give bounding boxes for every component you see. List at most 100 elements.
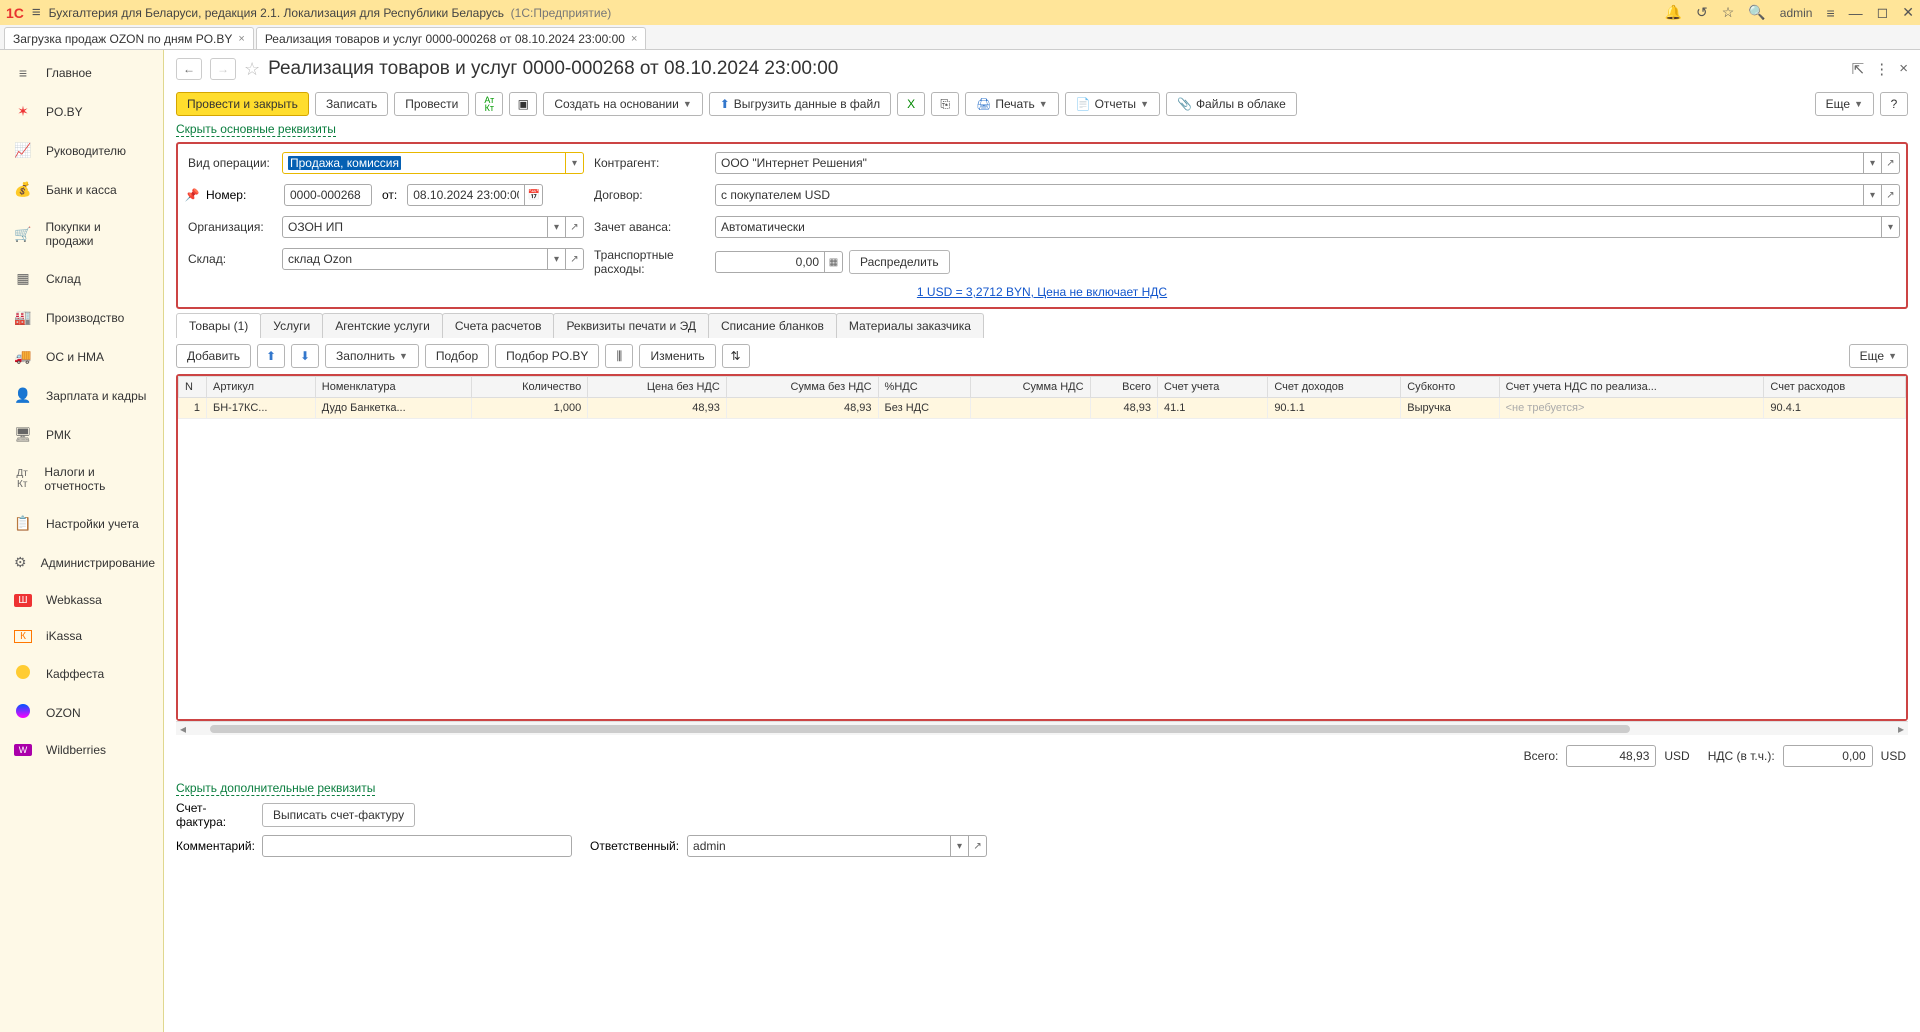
rate-link[interactable]: 1 USD = 3,2712 BYN, Цена не включает НДС [184, 285, 1900, 299]
transport-input[interactable] [715, 251, 825, 273]
cell-vat[interactable]: Без НДС [878, 398, 971, 419]
hide-details-link[interactable]: Скрыть основные реквизиты [176, 122, 336, 137]
files-button[interactable]: 📎 Файлы в облаке [1166, 92, 1297, 116]
col-article[interactable]: Артикул [207, 377, 316, 398]
col-n[interactable]: N [179, 377, 207, 398]
table-more-button[interactable]: Еще ▼ [1849, 344, 1908, 368]
col-total[interactable]: Всего [1090, 377, 1157, 398]
distribute-button[interactable]: Распределить [849, 250, 950, 274]
cell-sumvat[interactable] [971, 398, 1090, 419]
cell-exp[interactable]: 90.4.1 [1764, 398, 1906, 419]
forward-button[interactable]: → [210, 58, 236, 80]
sidebar-item-poby[interactable]: ✶PO.BY [0, 92, 163, 131]
cell-price[interactable]: 48,93 [588, 398, 727, 419]
counterparty-input[interactable] [715, 152, 1864, 174]
open-icon[interactable]: ↗ [1882, 152, 1900, 174]
cell-n[interactable]: 1 [179, 398, 207, 419]
close-icon[interactable]: × [631, 33, 637, 45]
cell-income[interactable]: 90.1.1 [1268, 398, 1401, 419]
add-button[interactable]: Добавить [176, 344, 251, 368]
sidebar-item-main[interactable]: ≡Главное [0, 54, 163, 92]
back-button[interactable]: ← [176, 58, 202, 80]
h-scrollbar[interactable]: ◂▸ [176, 721, 1908, 735]
link-icon[interactable]: ⇱ [1852, 60, 1865, 78]
structure-button[interactable]: ▣ [509, 92, 537, 116]
tab-realization[interactable]: Реализация товаров и услуг 0000-000268 о… [256, 27, 647, 49]
sidebar-item-assets[interactable]: 🚚ОС и НМА [0, 337, 163, 376]
sidebar-item-acc-settings[interactable]: 📋Настройки учета [0, 504, 163, 543]
sidebar-item-hr[interactable]: 👤Зарплата и кадры [0, 376, 163, 415]
close-icon[interactable]: ✕ [1902, 4, 1914, 21]
col-subconto[interactable]: Субконто [1401, 377, 1499, 398]
sidebar-item-admin[interactable]: ⚙Администрирование [0, 543, 163, 582]
save-button[interactable]: Записать [315, 92, 388, 116]
search-icon[interactable]: 🔍 [1748, 4, 1765, 21]
excel-button[interactable]: X [897, 92, 925, 116]
help-button[interactable]: ? [1880, 92, 1908, 116]
open-icon[interactable]: ↗ [969, 835, 987, 857]
hide-extra-link[interactable]: Скрыть дополнительные реквизиты [176, 781, 375, 796]
move-up-button[interactable]: ⬆ [257, 344, 285, 368]
cell-total[interactable]: 48,93 [1090, 398, 1157, 419]
date-input[interactable] [407, 184, 525, 206]
cell-sum[interactable]: 48,93 [726, 398, 878, 419]
sidebar-item-ozon[interactable]: OZON [0, 693, 163, 732]
col-price[interactable]: Цена без НДС [588, 377, 727, 398]
maximize-icon[interactable]: ◻ [1877, 4, 1889, 21]
advance-input[interactable] [715, 216, 1882, 238]
sidebar-item-ikassa[interactable]: КiKassa [0, 618, 163, 654]
sidebar-item-warehouse[interactable]: ▦Склад [0, 259, 163, 298]
tab-ozon-load[interactable]: Загрузка продаж OZON по дням PO.BY× [4, 27, 254, 49]
col-vat[interactable]: %НДС [878, 377, 971, 398]
favorite-icon[interactable]: ☆ [244, 59, 260, 80]
dropdown-icon[interactable]: ▾ [1864, 184, 1882, 206]
dropdown-icon[interactable]: ▾ [951, 835, 969, 857]
create-based-button[interactable]: Создать на основании ▼ [543, 92, 702, 116]
sidebar-item-sales[interactable]: 🛒Покупки и продажи [0, 209, 163, 259]
export-button[interactable]: ⬆ Выгрузить данные в файл [709, 92, 891, 116]
bell-icon[interactable]: 🔔 [1665, 4, 1682, 21]
barcode-button[interactable]: ⫼ [605, 344, 633, 368]
dtkt-button[interactable]: АтКт [475, 92, 503, 116]
col-sumvat[interactable]: Сумма НДС [971, 377, 1090, 398]
tab-materials[interactable]: Материалы заказчика [836, 313, 984, 338]
sidebar-item-production[interactable]: 🏭Производство [0, 298, 163, 337]
cell-article[interactable]: БН-17КС... [207, 398, 316, 419]
sidebar-item-rmk[interactable]: 🖥РМК [0, 415, 163, 454]
reports-button[interactable]: 📄 Отчеты ▼ [1065, 92, 1160, 116]
tab-print-ed[interactable]: Реквизиты печати и ЭД [553, 313, 709, 338]
sidebar-item-tax[interactable]: ДтКтНалоги и отчетность [0, 454, 163, 504]
open-icon[interactable]: ↗ [566, 248, 584, 270]
sidebar-item-kaffesta[interactable]: Каффеста [0, 654, 163, 693]
close-panel-icon[interactable]: × [1899, 60, 1908, 78]
settings-icon[interactable]: ≡ [1826, 5, 1834, 21]
dropdown-icon[interactable]: ▾ [1864, 152, 1882, 174]
cell-acc[interactable]: 41.1 [1158, 398, 1268, 419]
select-button[interactable]: Подбор [425, 344, 489, 368]
post-close-button[interactable]: Провести и закрыть [176, 92, 309, 116]
dropdown-icon[interactable]: ▾ [1882, 216, 1900, 238]
print-button[interactable]: 🖨 Печать ▼ [965, 92, 1058, 116]
cell-sub[interactable]: Выручка [1401, 398, 1499, 419]
responsible-input[interactable] [687, 835, 951, 857]
move-down-button[interactable]: ⬇ [291, 344, 319, 368]
star-icon[interactable]: ☆ [1722, 4, 1735, 21]
sidebar-item-webkassa[interactable]: ШWebkassa [0, 582, 163, 618]
copy-button[interactable]: ⎘ [931, 92, 959, 116]
col-expense[interactable]: Счет расходов [1764, 377, 1906, 398]
history-icon[interactable]: ↺ [1696, 4, 1708, 21]
tab-goods[interactable]: Товары (1) [176, 313, 261, 338]
col-acc[interactable]: Счет учета [1158, 377, 1268, 398]
user-label[interactable]: admin [1780, 6, 1813, 20]
fill-button[interactable]: Заполнить ▼ [325, 344, 419, 368]
comment-input[interactable] [262, 835, 572, 857]
col-sum[interactable]: Сумма без НДС [726, 377, 878, 398]
open-icon[interactable]: ↗ [566, 216, 584, 238]
tab-blanks[interactable]: Списание бланков [708, 313, 837, 338]
number-input[interactable] [284, 184, 372, 206]
close-icon[interactable]: × [238, 33, 244, 45]
col-nom[interactable]: Номенклатура [315, 377, 471, 398]
calc-icon[interactable]: ▦ [825, 251, 843, 273]
table-row[interactable]: 1 БН-17КС... Дудо Банкетка... 1,000 48,9… [179, 398, 1906, 419]
calendar-icon[interactable]: 📅 [525, 184, 543, 206]
